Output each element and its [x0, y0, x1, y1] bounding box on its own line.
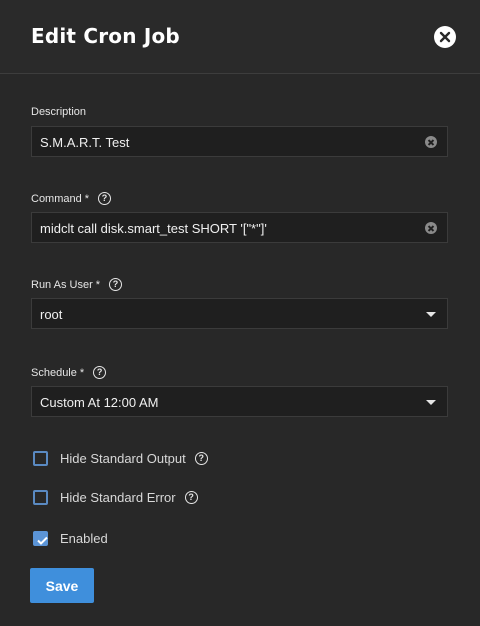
hide-stderr-row[interactable]: Hide Standard Error ? — [33, 490, 198, 505]
chevron-down-icon — [426, 400, 436, 405]
description-label: Description — [31, 106, 87, 118]
enabled-row[interactable]: Enabled — [33, 531, 108, 546]
description-value: S.M.A.R.T. Test — [40, 135, 130, 150]
save-button[interactable]: Save — [30, 568, 94, 603]
command-label: Command * ? — [31, 192, 112, 205]
help-icon[interactable]: ? — [109, 278, 123, 291]
command-value: midclt call disk.smart_test SHORT '["*"]… — [40, 221, 267, 236]
hide-stderr-checkbox[interactable] — [33, 490, 48, 505]
help-icon[interactable]: ? — [93, 366, 107, 379]
dialog-header: Edit Cron Job — [0, 0, 480, 74]
description-input[interactable]: S.M.A.R.T. Test — [31, 126, 448, 157]
close-icon — [439, 31, 451, 43]
hide-stdout-row[interactable]: Hide Standard Output ? — [33, 451, 208, 466]
dialog-title: Edit Cron Job — [31, 24, 180, 48]
enabled-checkbox[interactable] — [33, 531, 48, 546]
hide-stdout-checkbox[interactable] — [33, 451, 48, 466]
help-icon[interactable]: ? — [98, 192, 112, 205]
required-mark: * — [84, 192, 90, 205]
hide-stderr-label: Hide Standard Error — [60, 490, 176, 505]
enabled-label: Enabled — [60, 531, 108, 546]
required-mark: * — [95, 278, 101, 291]
run-as-user-value: root — [40, 307, 63, 322]
run-as-user-select[interactable]: root — [31, 298, 448, 329]
schedule-value: Custom At 12:00 AM — [40, 395, 159, 410]
run-as-user-label: Run As User * ? — [31, 278, 123, 291]
clear-icon[interactable] — [425, 222, 437, 234]
schedule-label: Schedule * ? — [31, 366, 107, 379]
clear-icon[interactable] — [425, 136, 437, 148]
required-mark: * — [79, 366, 85, 379]
hide-stdout-label: Hide Standard Output — [60, 451, 186, 466]
check-icon — [37, 536, 48, 545]
help-icon[interactable]: ? — [184, 491, 198, 504]
command-input[interactable]: midclt call disk.smart_test SHORT '["*"]… — [31, 212, 448, 243]
close-button[interactable] — [434, 26, 456, 48]
chevron-down-icon — [426, 312, 436, 317]
schedule-select[interactable]: Custom At 12:00 AM — [31, 386, 448, 417]
help-icon[interactable]: ? — [194, 452, 208, 465]
